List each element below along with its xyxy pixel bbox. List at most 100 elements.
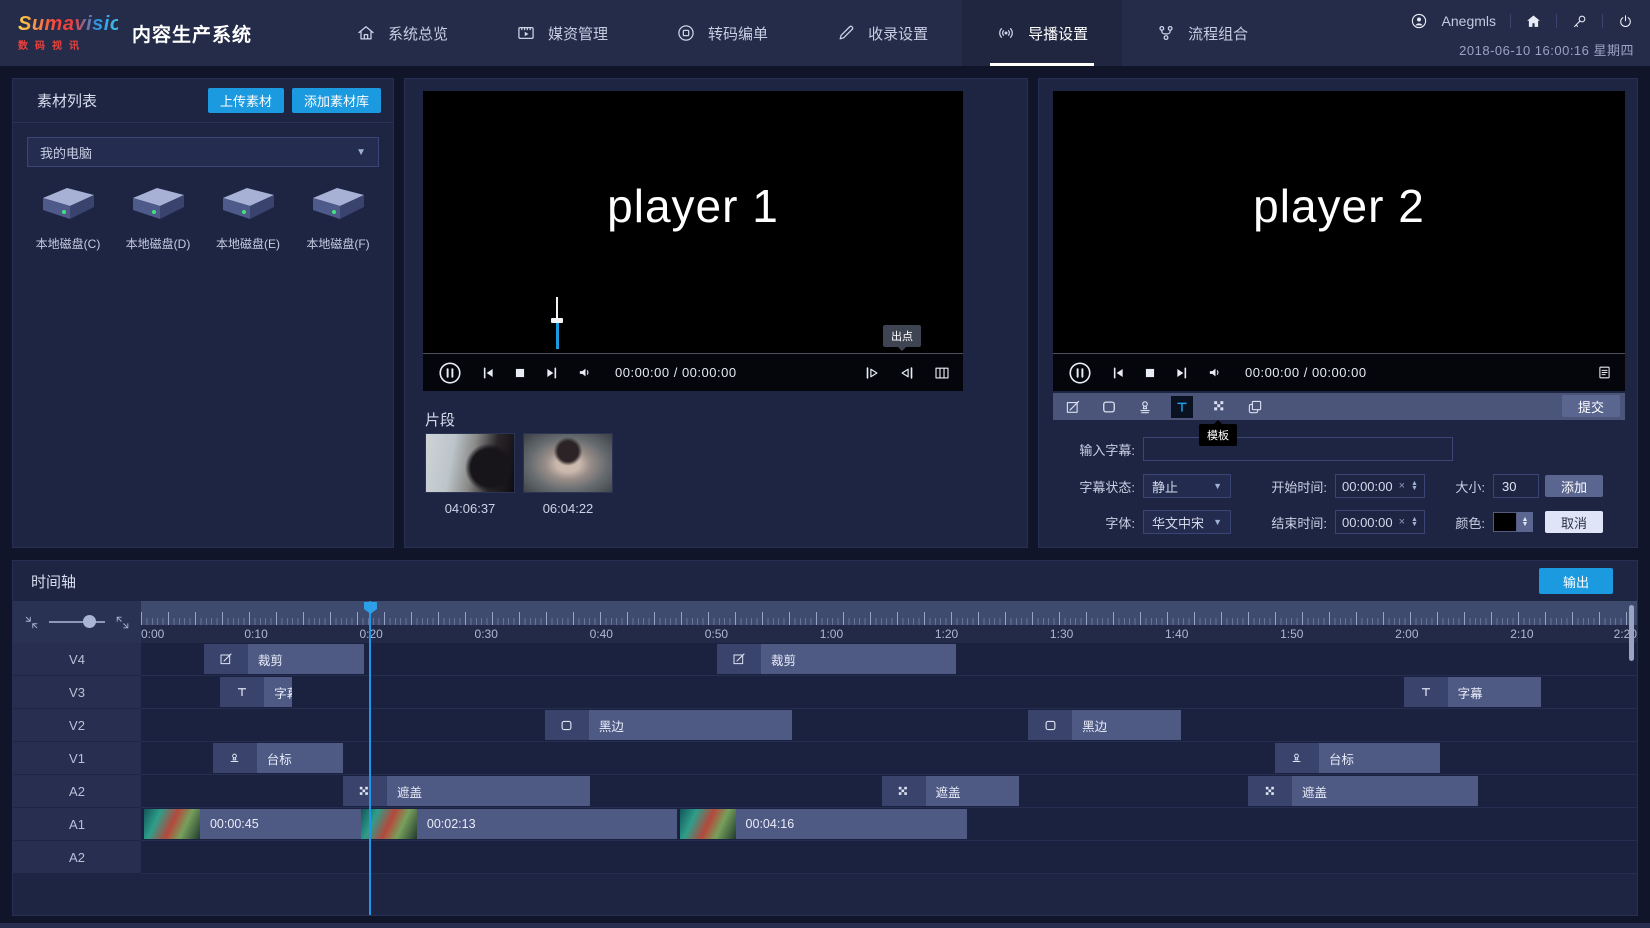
player2-timecode: 00:00:00 / 00:00:00 (1245, 365, 1367, 380)
out-point-button[interactable] (898, 364, 916, 382)
zoom-slider[interactable] (49, 615, 105, 629)
skip-forward-button[interactable] (1174, 365, 1190, 381)
spinner-arrows-icon[interactable]: ▲▼ (1411, 517, 1418, 527)
black-border-tool-icon[interactable] (1099, 397, 1119, 417)
subtitle-tool-icon[interactable] (1171, 396, 1193, 418)
zoom-expand-icon[interactable] (115, 615, 130, 630)
volume-icon[interactable] (1207, 364, 1224, 381)
segments-title: 片段 (425, 409, 455, 430)
clear-icon[interactable]: × (1399, 516, 1405, 528)
add-subtitle-button[interactable]: 添加 (1545, 475, 1603, 497)
power-icon[interactable] (1617, 13, 1634, 30)
mosaic-tool-icon[interactable] (1209, 397, 1229, 417)
skip-back-button[interactable] (480, 365, 496, 381)
segment-item[interactable]: 06:04:22 (523, 433, 613, 516)
playlist-icon[interactable] (1596, 364, 1613, 381)
stop-button[interactable] (1143, 366, 1157, 380)
timeline-clip-media[interactable]: 00:02:13 (361, 809, 677, 839)
vertical-scrollbar-thumb[interactable] (1629, 605, 1634, 661)
pause-button[interactable] (1067, 360, 1093, 386)
track-label: V3 (13, 676, 141, 709)
divider (1510, 14, 1511, 28)
template-tool-icon[interactable] (1245, 397, 1265, 417)
nav-label: 导播设置 (1028, 23, 1088, 44)
main-nav: 系统总览 媒资管理 转码编单 收录设置 (322, 0, 1282, 66)
ruler-label: 1:40 (1165, 627, 1188, 641)
mosaic-icon (882, 776, 926, 806)
cancel-button[interactable]: 取消 (1545, 511, 1603, 533)
timeline-clip-logo[interactable]: 台标 (213, 743, 343, 773)
bottom-scrollbar-track[interactable] (0, 923, 1650, 928)
color-swatch[interactable] (1493, 512, 1517, 532)
output-button[interactable]: 输出 (1539, 568, 1613, 594)
timeline-clip-crop[interactable]: 裁剪 (204, 644, 364, 674)
nav-item-system-overview[interactable]: 系统总览 (322, 0, 482, 66)
crop-icon (204, 644, 248, 674)
user-avatar-icon[interactable] (1410, 12, 1428, 30)
timeline-clip-mosaic[interactable]: 遮盖 (343, 776, 590, 806)
logo-stamp-tool-icon[interactable] (1135, 397, 1155, 417)
subtitle-text-input[interactable] (1143, 437, 1453, 461)
zoom-collapse-icon[interactable] (24, 615, 39, 630)
splitter-icon[interactable] (933, 364, 951, 382)
timeline-clip-blackborder[interactable]: 黑边 (1028, 710, 1181, 740)
clip-thumbnail (144, 809, 200, 839)
location-dropdown[interactable]: 我的电脑 ▼ (27, 137, 379, 167)
color-spinner[interactable]: ▲▼ (1517, 512, 1533, 532)
play-to-out-button[interactable] (863, 364, 881, 382)
timeline-clip-subtitle[interactable]: 字幕 (220, 677, 292, 707)
settings-key-icon[interactable] (1571, 13, 1588, 30)
nav-label: 系统总览 (388, 23, 448, 44)
timeline-clip-crop[interactable]: 裁剪 (717, 644, 956, 674)
start-time-label: 开始时间: (1251, 477, 1327, 496)
nav-item-record-settings[interactable]: 收录设置 (802, 0, 962, 66)
materials-title: 素材列表 (37, 90, 200, 111)
timeline-clip-logo[interactable]: 台标 (1275, 743, 1440, 773)
timeline-clip-blackborder[interactable]: 黑边 (545, 710, 792, 740)
upload-material-button[interactable]: 上传素材 (208, 88, 284, 113)
nav-item-transcode[interactable]: 转码编单 (642, 0, 802, 66)
skip-back-button[interactable] (1110, 365, 1126, 381)
username[interactable]: Anegmls (1442, 13, 1496, 29)
track-label: V4 (13, 643, 141, 676)
segment-item[interactable]: 04:06:37 (425, 433, 515, 516)
spinner-arrows-icon[interactable]: ▲▼ (1411, 481, 1418, 491)
disk-item-e[interactable]: 本地磁盘(E) (203, 181, 293, 252)
track-label: A1 (13, 808, 141, 841)
disk-item-d[interactable]: 本地磁盘(D) (113, 181, 203, 252)
zoom-slider-handle[interactable] (83, 615, 96, 628)
subtitle-state-select[interactable]: 静止 ▼ (1143, 474, 1231, 498)
start-time-spinner[interactable]: 00:00:00 × ▲▼ (1335, 474, 1425, 498)
segment-thumbnail[interactable] (523, 433, 613, 493)
stop-button[interactable] (513, 366, 527, 380)
timeline-clip-subtitle[interactable]: 字幕 (1404, 677, 1542, 707)
end-time-spinner[interactable]: 00:00:00 × ▲▼ (1335, 510, 1425, 534)
crop-tool-icon[interactable] (1063, 397, 1083, 417)
timeline-clip-media[interactable]: 00:00:45 (144, 809, 361, 839)
nav-item-media-management[interactable]: 媒资管理 (482, 0, 642, 66)
track-lane (141, 841, 1637, 874)
pencil-icon (836, 23, 856, 43)
volume-slider[interactable] (550, 297, 564, 349)
volume-icon[interactable] (577, 364, 594, 381)
pause-button[interactable] (437, 360, 463, 386)
workflow-icon (1156, 23, 1176, 43)
add-material-library-button[interactable]: 添加素材库 (292, 88, 381, 113)
playhead[interactable] (369, 601, 371, 915)
timeline-clip-mosaic[interactable]: 遮盖 (1248, 776, 1478, 806)
segment-thumbnail[interactable] (425, 433, 515, 493)
submit-button[interactable]: 提交 (1562, 395, 1620, 417)
clear-icon[interactable]: × (1399, 480, 1405, 492)
disk-item-f[interactable]: 本地磁盘(F) (293, 181, 383, 252)
timeline-clip-mosaic[interactable]: 遮盖 (882, 776, 1020, 806)
timeline-clip-media[interactable]: 00:04:16 (680, 809, 967, 839)
nav-item-workflow[interactable]: 流程组合 (1122, 0, 1282, 66)
font-select[interactable]: 华文中宋 ▼ (1143, 510, 1231, 534)
home-shortcut-icon[interactable] (1525, 13, 1542, 30)
track-lane: 字幕 字幕 (141, 676, 1637, 709)
size-input[interactable] (1493, 474, 1539, 498)
segment-timecode: 06:04:22 (543, 501, 594, 516)
disk-item-c[interactable]: 本地磁盘(C) (23, 181, 113, 252)
nav-item-broadcast-settings[interactable]: 导播设置 (962, 0, 1122, 66)
skip-forward-button[interactable] (544, 365, 560, 381)
